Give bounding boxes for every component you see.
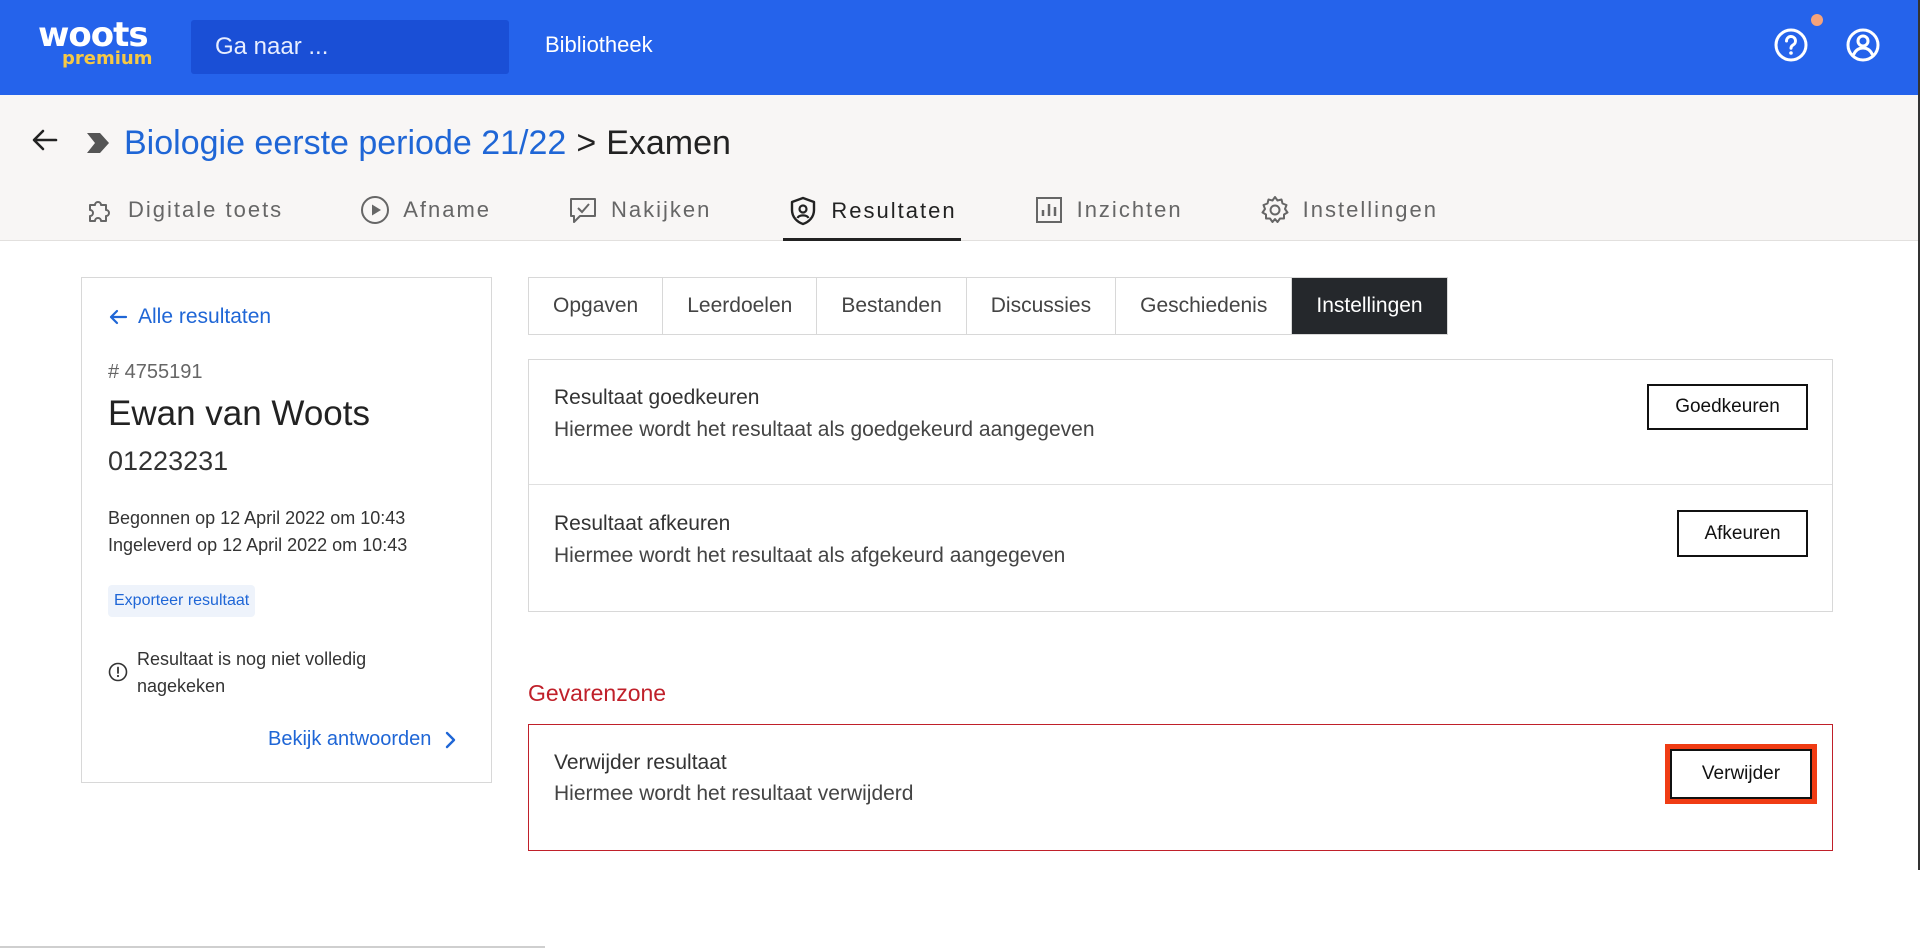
all-results-link[interactable]: Alle resultaten (108, 305, 271, 329)
subtab-instellingen[interactable]: Instellingen (1292, 278, 1447, 334)
approve-description: Hiermee wordt het resultaat als goedgeke… (554, 418, 1095, 441)
gear-icon (1261, 196, 1289, 223)
tab-resultaten[interactable]: Resultaten (783, 183, 961, 241)
message-check-icon (570, 198, 597, 223)
search-input[interactable] (191, 20, 509, 74)
approve-title: Resultaat goedkeuren (554, 386, 760, 409)
student-name: Ewan van Woots (108, 394, 370, 433)
reject-description: Hiermee wordt het resultaat als afgekeur… (554, 544, 1066, 567)
subtab-geschiedenis[interactable]: Geschiedenis (1116, 278, 1293, 334)
top-bar: woots premium Bibliotheek (0, 0, 1918, 95)
subtab-opgaven[interactable]: Opgaven (529, 278, 664, 334)
tab-digitale-toets[interactable]: Digitale toets (80, 183, 287, 237)
subtab-bestanden[interactable]: Bestanden (817, 278, 967, 334)
page-title: Examen (606, 123, 731, 162)
all-results-label: Alle resultaten (138, 305, 272, 328)
library-link[interactable]: Bibliotheek (545, 32, 653, 58)
chevron-right-icon (446, 731, 456, 748)
tab-afname[interactable]: Afname (355, 183, 495, 237)
help-circle-icon[interactable] (1773, 27, 1809, 63)
tab-inzichten[interactable]: Inzichten (1029, 183, 1187, 237)
tab-label: Inzichten (1076, 197, 1183, 222)
result-subtabs: Opgaven Leerdoelen Bestanden Discussies … (528, 277, 1448, 335)
subtab-discussies[interactable]: Discussies (966, 278, 1117, 334)
tab-label: Resultaten (831, 197, 957, 223)
tab-label: Nakijken (611, 197, 712, 222)
arrow-left-icon (109, 309, 128, 325)
delete-button[interactable]: Verwijder (1670, 749, 1812, 799)
settings-panel: Resultaat goedkeuren Hiermee wordt het r… (528, 359, 1833, 612)
folder-chevron-icon (87, 133, 109, 153)
delete-button-highlight: Verwijder (1665, 744, 1817, 804)
tab-label: Afname (403, 197, 492, 222)
tab-nakijken[interactable]: Nakijken (563, 183, 715, 237)
view-answers-link[interactable]: Bekijk antwoorden (268, 728, 459, 751)
export-result-button[interactable]: Exporteer resultaat (108, 585, 256, 617)
student-number: 01223231 (108, 446, 229, 476)
tab-label: Digitale toets (128, 197, 284, 222)
user-circle-icon[interactable] (1845, 27, 1881, 63)
woots-logo[interactable]: woots premium (38, 16, 158, 70)
approve-row: Resultaat goedkeuren Hiermee wordt het r… (529, 360, 1832, 485)
alert-circle-icon (108, 662, 128, 682)
tab-label: Instellingen (1302, 197, 1438, 222)
shield-icon (791, 196, 816, 225)
notification-dot (1811, 14, 1823, 26)
delivered-timestamp: Ingeleverd op 12 April 2022 om 10:43 (108, 535, 408, 555)
view-answers-label: Bekijk antwoorden (268, 728, 432, 750)
bar-chart-icon (1035, 197, 1062, 223)
danger-zone-title: Gevarenzone (528, 680, 667, 706)
reject-title: Resultaat afkeuren (554, 512, 731, 535)
back-arrow-icon[interactable] (30, 125, 60, 155)
breadcrumb-separator: > (576, 123, 597, 162)
play-circle-icon (361, 196, 390, 224)
reject-button[interactable]: Afkeuren (1677, 510, 1808, 557)
page-header: Biologie eerste periode 21/22 > Examen D… (0, 95, 1918, 241)
result-card: Alle resultaten # 4755191 Ewan van Woots… (81, 277, 492, 783)
started-timestamp: Begonnen op 12 April 2022 om 10:43 (108, 508, 406, 528)
result-id: # 4755191 (108, 361, 203, 383)
subtab-leerdoelen[interactable]: Leerdoelen (663, 278, 818, 334)
puzzle-icon (89, 201, 110, 222)
approve-button[interactable]: Goedkeuren (1647, 384, 1808, 430)
delete-title: Verwijder resultaat (554, 751, 727, 774)
reject-row: Resultaat afkeuren Hiermee wordt het res… (529, 486, 1832, 611)
main-tabs: Digitale toets Afname Nakijken Resultate… (80, 183, 1510, 241)
danger-zone-panel: Verwijder resultaat Hiermee wordt het re… (528, 724, 1833, 851)
breadcrumb-parent[interactable]: Biologie eerste periode 21/22 (124, 124, 566, 163)
delete-description: Hiermee wordt het resultaat verwijderd (554, 782, 914, 805)
breadcrumb: Biologie eerste periode 21/22 > Examen (84, 123, 731, 163)
tab-instellingen[interactable]: Instellingen (1255, 183, 1442, 237)
logo-sub-text: premium (62, 48, 153, 69)
review-warning: Resultaat is nog niet volledig nagekeken (137, 649, 367, 696)
